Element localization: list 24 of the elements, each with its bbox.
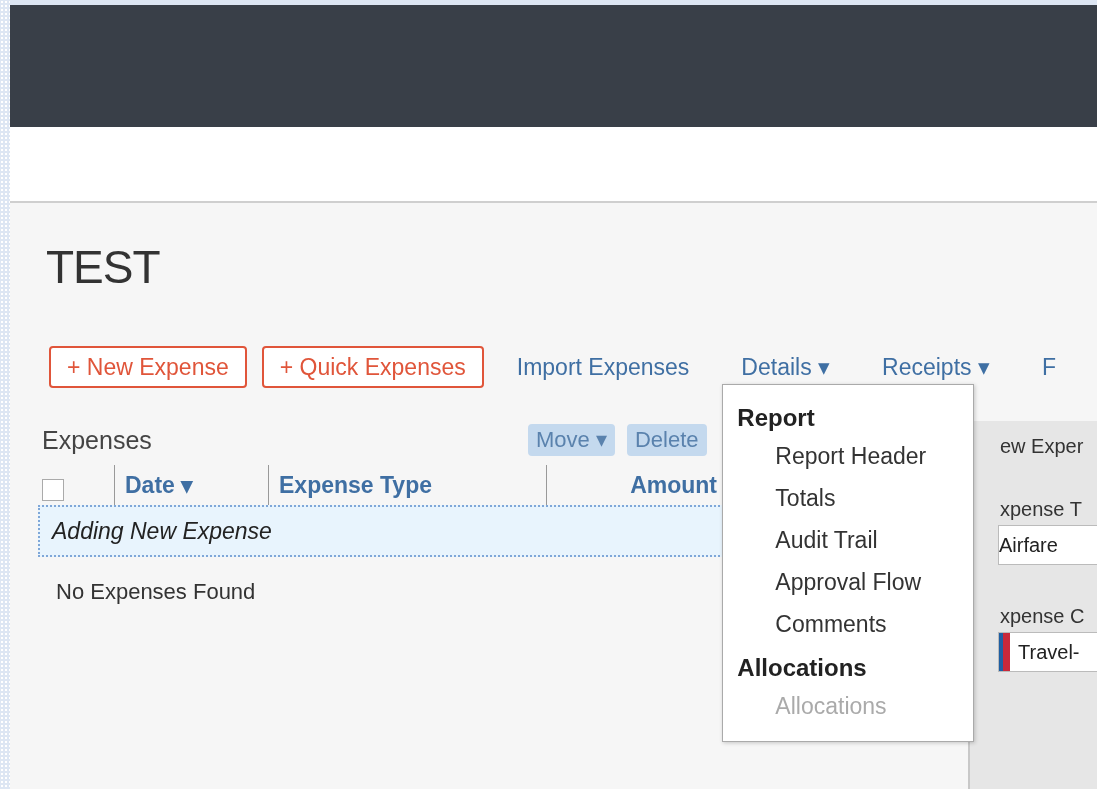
expenses-heading: Expenses <box>42 425 153 455</box>
field-label: xpense C <box>1000 605 1086 628</box>
select-all-checkbox[interactable] <box>42 479 64 501</box>
flag-marker-icon <box>999 633 1010 671</box>
column-header[interactable]: Amount <box>630 471 717 499</box>
add-expense-button[interactable]: + New Expense <box>49 346 247 388</box>
menu-item[interactable]: Comments <box>723 602 974 645</box>
menu-item[interactable]: Report Header <box>723 434 974 477</box>
empty-message: No Expenses Found <box>56 579 256 605</box>
add-expense-button[interactable]: + Quick Expenses <box>261 346 484 388</box>
menu-section-heading: Report <box>736 402 816 433</box>
menu-section-heading: Allocations <box>736 652 868 683</box>
toolbar-link[interactable]: F <box>1041 353 1056 381</box>
column-header[interactable]: Date ▾ <box>125 471 194 499</box>
toolbar-link[interactable]: Receipts ▾ <box>882 353 990 381</box>
panel-title: ew Exper <box>1000 435 1085 458</box>
select-field[interactable]: Airfare <box>998 525 1097 565</box>
report-title: TEST <box>46 240 161 295</box>
toolbar-link[interactable]: Import Expenses <box>516 353 690 381</box>
select-field[interactable]: Travel- <box>998 632 1097 672</box>
column-header[interactable]: Expense Type <box>279 471 432 499</box>
menu-item[interactable]: Approval Flow <box>723 560 974 603</box>
toolbar-link[interactable]: Details ▾ <box>741 353 831 381</box>
field-label: xpense T <box>1000 498 1083 521</box>
